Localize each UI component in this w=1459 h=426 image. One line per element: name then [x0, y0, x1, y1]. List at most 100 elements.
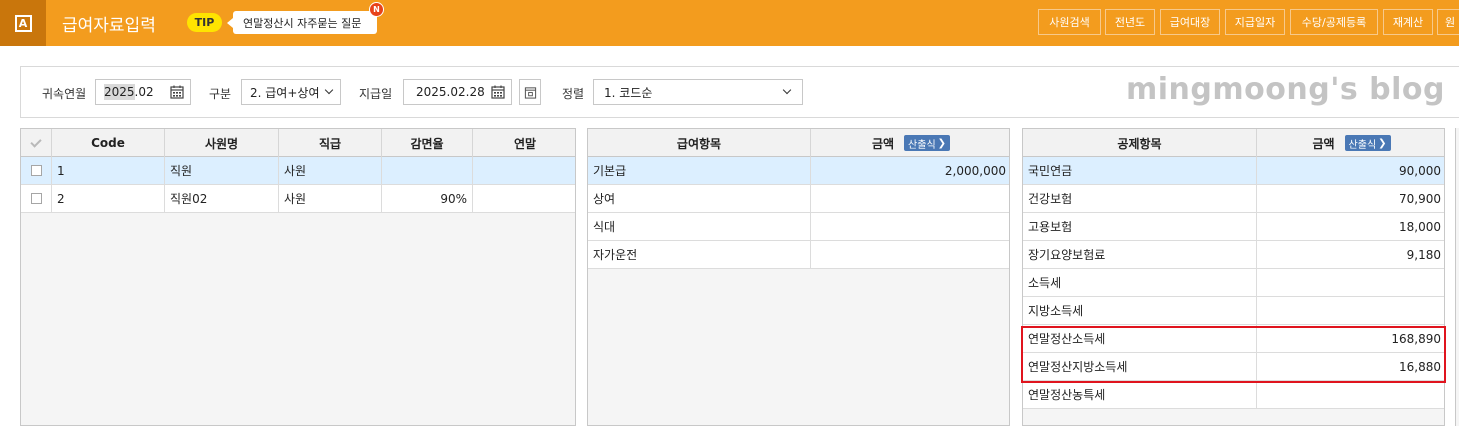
type-select-value: 2. 급여+상여 — [250, 85, 320, 100]
payroll-ledger-button[interactable]: 급여대장 — [1160, 9, 1220, 35]
table-row[interactable]: 국민연금 90,000 — [1023, 157, 1444, 185]
col-reduction-rate[interactable]: 감면율 — [382, 129, 473, 157]
table-row[interactable]: 1 직원 사원 — [21, 157, 575, 185]
col-deduction-item[interactable]: 공제항목 — [1023, 129, 1257, 157]
type-select[interactable]: 2. 급여+상여 — [241, 79, 341, 105]
recalculate-button[interactable]: 재계산 — [1383, 9, 1433, 35]
cell-pay-amount[interactable] — [811, 213, 1009, 240]
table-row[interactable]: 연말정산농특세 — [1023, 381, 1444, 409]
pay-formula-button[interactable]: 산출식 ❯ — [904, 135, 951, 151]
cell-deduction-item[interactable]: 지방소득세 — [1023, 297, 1257, 324]
cell-rank[interactable]: 사원 — [279, 157, 382, 184]
col-deduction-amount[interactable]: 금액 산출식 ❯ — [1257, 129, 1444, 157]
table-row[interactable]: 기본급 2,000,000 — [588, 157, 1009, 185]
cell-deduction-amount[interactable]: 18,000 — [1257, 213, 1444, 240]
sort-select-value: 1. 코드순 — [604, 85, 653, 100]
cell-deduction-item[interactable]: 연말정산농특세 — [1023, 381, 1257, 408]
cell-deduction-item[interactable]: 고용보험 — [1023, 213, 1257, 240]
cell-name[interactable]: 직원 — [165, 157, 279, 184]
top-bar: A 급여자료입력 TIP 연말정산시 자주묻는 질문 N 사원검색 전년도 급여… — [0, 0, 1459, 46]
col-deduction-amount-label: 금액 — [1312, 136, 1335, 151]
tip-badge[interactable]: TIP — [187, 13, 222, 32]
app-logo-icon: A — [14, 14, 32, 32]
cell-deduction-amount[interactable] — [1257, 381, 1444, 408]
col-rank[interactable]: 직급 — [279, 129, 382, 157]
sort-label: 정렬 — [562, 87, 585, 101]
period-year-selected: 2025 — [104, 84, 135, 100]
new-badge: N — [369, 2, 384, 17]
pay-date-input[interactable]: 2025.02.28 — [403, 79, 512, 105]
table-row[interactable]: 식대 — [588, 213, 1009, 241]
table-row[interactable]: 장기요양보험료 9,180 — [1023, 241, 1444, 269]
table-row[interactable]: 지방소득세 — [1023, 297, 1444, 325]
date-picker-button[interactable] — [519, 79, 541, 105]
period-input[interactable]: 2025.02 — [95, 79, 191, 105]
cell-year-end[interactable] — [473, 157, 575, 184]
pay-date-value: 2025.02.28 — [416, 85, 485, 99]
table-row[interactable]: 상여 — [588, 185, 1009, 213]
deduction-formula-label: 산출식 — [1348, 139, 1377, 151]
year-end-tax-highlight — [1021, 326, 1446, 383]
col-code[interactable]: Code — [52, 129, 165, 157]
cell-pay-item[interactable]: 자가운전 — [588, 241, 811, 268]
col-pay-item[interactable]: 급여항목 — [588, 129, 811, 157]
cell-rate[interactable]: 90% — [382, 185, 473, 212]
col-pay-amount-label: 금액 — [871, 136, 895, 151]
check-icon — [30, 135, 42, 148]
cell-pay-amount[interactable]: 2,000,000 — [811, 157, 1009, 184]
calendar-icon[interactable] — [170, 85, 184, 99]
allowance-deduction-register-button[interactable]: 수당/공제등록 — [1290, 9, 1378, 35]
chevron-right-icon: ❯ — [1378, 137, 1387, 149]
previous-year-button[interactable]: 전년도 — [1105, 9, 1155, 35]
page-title: 급여자료입력 — [62, 16, 156, 36]
cell-deduction-item[interactable]: 국민연금 — [1023, 157, 1257, 184]
cell-pay-item[interactable]: 상여 — [588, 185, 811, 212]
period-label: 귀속연월 — [42, 87, 87, 101]
cell-name[interactable]: 직원02 — [165, 185, 279, 212]
table-row[interactable]: 건강보험 70,900 — [1023, 185, 1444, 213]
app-icon[interactable]: A — [0, 0, 46, 46]
cell-deduction-amount[interactable]: 70,900 — [1257, 185, 1444, 212]
deduction-formula-button[interactable]: 산출식 ❯ — [1344, 135, 1391, 151]
row-checkbox[interactable] — [30, 165, 42, 176]
row-checkbox-cell — [21, 157, 52, 184]
cell-rate[interactable] — [382, 157, 473, 184]
col-name[interactable]: 사원명 — [165, 129, 279, 157]
row-checkbox[interactable] — [30, 193, 42, 204]
cell-rank[interactable]: 사원 — [279, 185, 382, 212]
cell-code[interactable]: 1 — [52, 157, 165, 184]
sort-select[interactable]: 1. 코드순 — [593, 79, 803, 105]
filter-panel: 귀속연월 2025.02 구분 2. 급여+상여 지급일 2025.02.28 — [20, 66, 1459, 118]
cell-deduction-amount[interactable]: 90,000 — [1257, 157, 1444, 184]
cell-deduction-amount[interactable] — [1257, 269, 1444, 296]
cell-pay-item[interactable]: 기본급 — [588, 157, 811, 184]
table-row[interactable]: 소득세 — [1023, 269, 1444, 297]
employee-search-button[interactable]: 사원검색 — [1038, 9, 1101, 35]
tip-link[interactable]: 연말정산시 자주묻는 질문 — [227, 11, 377, 34]
cell-deduction-item[interactable]: 장기요양보험료 — [1023, 241, 1257, 268]
cell-deduction-amount[interactable]: 9,180 — [1257, 241, 1444, 268]
cell-pay-amount[interactable] — [811, 241, 1009, 268]
select-all-checkbox[interactable] — [21, 129, 52, 157]
table-row[interactable]: 자가운전 — [588, 241, 1009, 269]
cell-code[interactable]: 2 — [52, 185, 165, 212]
col-pay-amount[interactable]: 금액 산출식 ❯ — [811, 129, 1009, 157]
employee-grid-header: Code 사원명 직급 감면율 연말 — [21, 129, 575, 157]
more-button[interactable]: 원 — [1437, 9, 1459, 35]
pay-date-label: 지급일 — [359, 87, 393, 101]
cell-year-end[interactable] — [473, 185, 575, 212]
cell-deduction-item[interactable]: 소득세 — [1023, 269, 1257, 296]
col-year-end[interactable]: 연말 — [473, 129, 575, 157]
table-row[interactable]: 2 직원02 사원 90% — [21, 185, 575, 213]
cell-deduction-amount[interactable] — [1257, 297, 1444, 324]
period-month: .02 — [134, 85, 154, 99]
cell-pay-amount[interactable] — [811, 185, 1009, 212]
chevron-right-icon: ❯ — [937, 137, 947, 149]
cell-deduction-item[interactable]: 건강보험 — [1023, 185, 1257, 212]
pay-date-button[interactable]: 지급일자 — [1225, 9, 1285, 35]
calendar-icon[interactable] — [491, 85, 505, 99]
table-row[interactable]: 고용보험 18,000 — [1023, 213, 1444, 241]
chevron-down-icon — [782, 85, 792, 95]
cell-pay-item[interactable]: 식대 — [588, 213, 811, 240]
calendar-small-icon — [524, 87, 537, 99]
